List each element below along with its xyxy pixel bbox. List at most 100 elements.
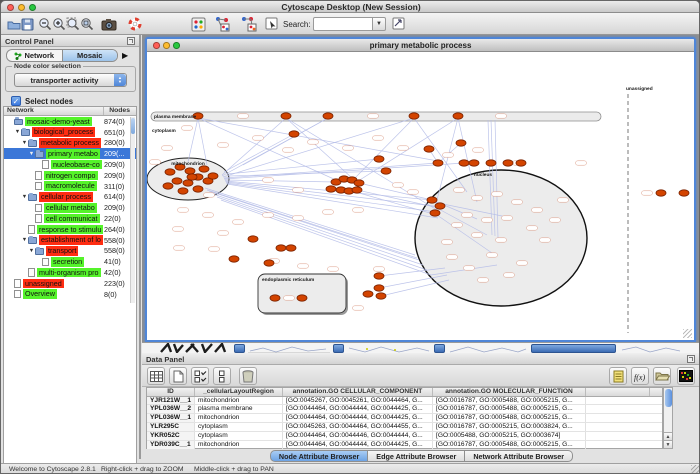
- graph-node-label[interactable]: [527, 226, 538, 230]
- graph-node-label[interactable]: [408, 190, 419, 194]
- window-resize-grip[interactable]: [683, 329, 692, 338]
- new-attribute-icon[interactable]: [169, 367, 187, 385]
- table-row[interactable]: YKR052Ccytoplasm[GO:0044464, GO:0044446,…: [147, 432, 662, 441]
- graph-node-label[interactable]: [532, 208, 543, 212]
- graph-node[interactable]: [374, 273, 384, 279]
- help-lifesaver-icon[interactable]: [126, 15, 144, 33]
- graph-node[interactable]: [229, 256, 239, 262]
- graph-node[interactable]: [459, 160, 469, 166]
- background-window-title-fragment[interactable]: [333, 344, 344, 353]
- tree-row-metabolic-process[interactable]: ▼metabolic process280(0): [4, 138, 136, 149]
- graph-node[interactable]: [374, 285, 384, 291]
- table-scroll-thumb[interactable]: [665, 389, 672, 407]
- tree-row-establishment-of-lo[interactable]: ▼establishment of lo558(0): [4, 235, 136, 246]
- graph-node[interactable]: [516, 160, 526, 166]
- search-input[interactable]: [313, 17, 373, 31]
- table-cell[interactable]: YPL036W__2: [147, 405, 195, 413]
- table-cell[interactable]: cytoplasm: [195, 432, 283, 440]
- graph-node[interactable]: [193, 186, 203, 192]
- table-cell[interactable]: YJR121W__1: [147, 397, 195, 405]
- table-cell[interactable]: [GO:0044464, GO:0044444, GO:0044425, G..…: [283, 441, 433, 449]
- tab-mosaic[interactable]: Mosaic: [62, 50, 118, 61]
- graph-node-label[interactable]: [393, 183, 404, 187]
- tree-row-mosaic-demo-yeast[interactable]: mosaic-demo-yeast874(0): [4, 116, 136, 127]
- minimize-button[interactable]: [18, 4, 25, 11]
- tree-row-cellular-metabo[interactable]: cellular metabo209(0): [4, 202, 136, 213]
- scroll-down-icon[interactable]: ▼: [664, 440, 672, 448]
- graph-node-label[interactable]: [293, 188, 304, 192]
- graph-node[interactable]: [363, 291, 373, 297]
- graph-node-label[interactable]: [263, 178, 274, 182]
- table-cell[interactable]: mitochondrion: [195, 397, 283, 405]
- graph-node-label[interactable]: [238, 114, 249, 118]
- table-scrollbar[interactable]: ▲ ▼: [663, 387, 673, 449]
- float-panel-icon[interactable]: [127, 37, 135, 45]
- graph-node-label[interactable]: [504, 273, 515, 277]
- graph-node-label[interactable]: [374, 267, 385, 271]
- graph-node-label[interactable]: [204, 193, 215, 197]
- node-color-dropdown[interactable]: transporter activity ▲▼: [14, 73, 127, 87]
- graph-node-label[interactable]: [492, 192, 503, 196]
- attribute-notes-icon[interactable]: [609, 367, 627, 385]
- select-attributes-icon[interactable]: [147, 367, 165, 385]
- column-header[interactable]: [586, 388, 650, 396]
- graph-node-label[interactable]: [472, 196, 483, 200]
- table-cell[interactable]: [GO:0044464, GO:0044444, GO:0044425, G..…: [283, 405, 433, 413]
- table-cell[interactable]: [GO:0005488, GO:0005215, GO:0003674]: [433, 432, 586, 440]
- table-cell[interactable]: [GO:0016787, GO:0005488, GO:0005215, G..…: [433, 414, 586, 422]
- expander-icon[interactable]: ▼: [28, 151, 35, 157]
- graph-node-label[interactable]: [174, 246, 185, 250]
- graph-node-label[interactable]: [162, 146, 173, 150]
- table-cell[interactable]: [GO:0016787, GO:0005215, GO:0003824, G..…: [433, 423, 586, 431]
- graph-node[interactable]: [208, 173, 218, 179]
- graph-node[interactable]: [354, 180, 364, 186]
- vizmapper-icon[interactable]: [213, 15, 231, 33]
- table-row[interactable]: YPL036W__1mitochondrion[GO:0044464, GO:0…: [147, 414, 662, 423]
- table-cell[interactable]: [GO:0045263, GO:0044464, GO:0044455, G..…: [283, 423, 433, 431]
- formula-builder-icon[interactable]: f(x): [631, 367, 649, 385]
- tree-row-response-to-stimulu[interactable]: response to stimulu264(0): [4, 224, 136, 235]
- table-cell[interactable]: YDR039C__1: [147, 441, 195, 449]
- graph-node[interactable]: [456, 140, 466, 146]
- zoom-selected-icon[interactable]: [78, 15, 96, 33]
- column-header[interactable]: ID: [147, 388, 195, 396]
- graph-node-label[interactable]: [233, 220, 244, 224]
- attribute-matrix-icon[interactable]: [677, 367, 695, 385]
- graph-node-label[interactable]: [478, 278, 489, 282]
- graph-node[interactable]: [433, 160, 443, 166]
- graph-node[interactable]: [381, 168, 391, 174]
- graph-node-label[interactable]: [473, 148, 484, 152]
- graph-node-label[interactable]: [368, 114, 379, 118]
- graph-node[interactable]: [289, 131, 299, 137]
- netwin-close-button[interactable]: [153, 42, 160, 49]
- graph-node-label[interactable]: [298, 264, 309, 268]
- graph-node[interactable]: [178, 188, 188, 194]
- graph-node[interactable]: [248, 236, 258, 242]
- graph-node-label[interactable]: [443, 153, 454, 157]
- graph-node-label[interactable]: [496, 238, 507, 242]
- network-view-window[interactable]: primary metabolic process plasma membran…: [145, 37, 696, 342]
- table-cell[interactable]: cytoplasm: [195, 423, 283, 431]
- graph-node-label[interactable]: [447, 255, 458, 259]
- graph-node-label[interactable]: [442, 240, 453, 244]
- graph-node-label[interactable]: [558, 198, 569, 202]
- save-session-icon[interactable]: [18, 15, 36, 33]
- graph-node[interactable]: [430, 210, 440, 216]
- table-cell[interactable]: [GO:0044464, GO:0044446, GO:0044444, G..…: [283, 432, 433, 440]
- table-cell[interactable]: [GO:0045267, GO:0045261, GO:0044464, G..…: [283, 397, 433, 405]
- graph-node-label[interactable]: [353, 306, 364, 310]
- table-cell[interactable]: [GO:0016787, GO:0005488, GO:0005215, G..…: [433, 441, 586, 449]
- float-panel-icon[interactable]: [687, 355, 695, 363]
- tree-row-primary-metabo[interactable]: ▼primary metabo209(...: [4, 148, 136, 159]
- graph-node-label[interactable]: [308, 140, 319, 144]
- close-button[interactable]: [7, 4, 14, 11]
- table-row[interactable]: YPL036W__2plasma membrane[GO:0044464, GO…: [147, 405, 662, 414]
- network-graph[interactable]: plasma membranecytoplasmmitochondrionnuc…: [147, 52, 694, 340]
- layout-settings-icon[interactable]: [189, 15, 207, 33]
- graph-node-label[interactable]: [328, 267, 339, 271]
- graph-node[interactable]: [276, 245, 286, 251]
- expander-icon[interactable]: ▼: [14, 129, 21, 135]
- graph-node-label[interactable]: [353, 208, 364, 212]
- table-row[interactable]: YLR295Ccytoplasm[GO:0045263, GO:0044464,…: [147, 423, 662, 432]
- table-cell[interactable]: mitochondrion: [195, 414, 283, 422]
